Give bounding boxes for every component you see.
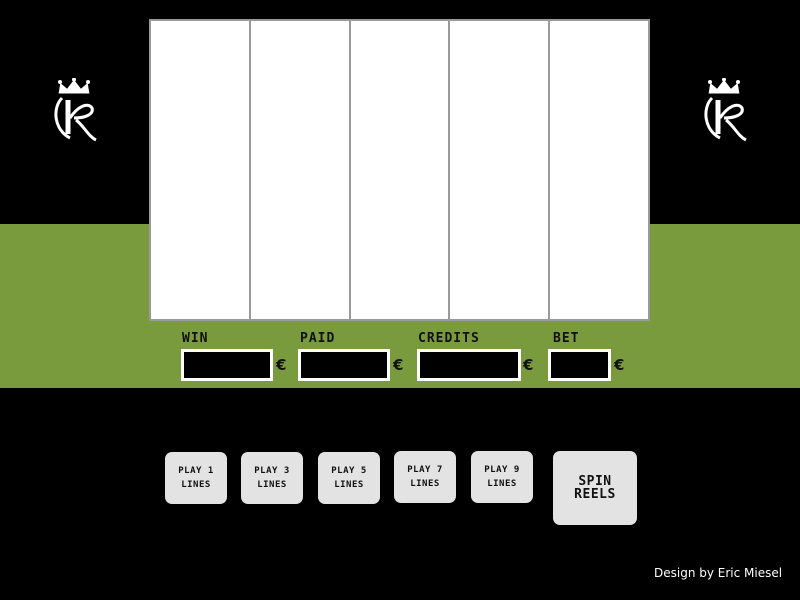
play-9-lines-label: PLAY 9 LINES: [484, 465, 520, 489]
reel-1: [151, 21, 249, 319]
win-display: [181, 349, 273, 381]
credits-display: [417, 349, 521, 381]
play-3-lines-button[interactable]: PLAY 3 LINES: [241, 452, 303, 504]
crown-k-logo-right: [704, 78, 747, 142]
spin-reels-button[interactable]: SPIN REELS: [553, 451, 637, 525]
reel-5: [550, 21, 648, 319]
play-9-lines-button[interactable]: PLAY 9 LINES: [471, 451, 533, 503]
play-3-lines-label: PLAY 3 LINES: [254, 466, 290, 490]
bet-currency: €: [614, 356, 625, 374]
play-1-lines-button[interactable]: PLAY 1 LINES: [165, 452, 227, 504]
credits-currency: €: [523, 356, 534, 374]
win-label: WIN: [182, 331, 209, 346]
reels-panel: [149, 19, 650, 321]
designer-credit: Design by Eric Miesel: [654, 566, 783, 580]
paid-display: [298, 349, 390, 381]
play-1-lines-label: PLAY 1 LINES: [178, 466, 214, 490]
reel-3: [350, 21, 449, 319]
win-currency: €: [276, 356, 287, 374]
paid-currency: €: [393, 356, 404, 374]
play-7-lines-button[interactable]: PLAY 7 LINES: [394, 451, 456, 503]
bet-label: BET: [553, 331, 580, 346]
play-5-lines-button[interactable]: PLAY 5 LINES: [318, 452, 380, 504]
credits-label: CREDITS: [418, 331, 480, 346]
reel-2: [250, 21, 349, 319]
play-7-lines-label: PLAY 7 LINES: [407, 465, 443, 489]
paid-label: PAID: [300, 331, 336, 346]
bet-display: [548, 349, 611, 381]
spin-reels-label: SPIN REELS: [574, 474, 616, 502]
reel-4: [450, 21, 549, 319]
crown-k-logo-left: [54, 78, 97, 142]
play-5-lines-label: PLAY 5 LINES: [331, 466, 367, 490]
